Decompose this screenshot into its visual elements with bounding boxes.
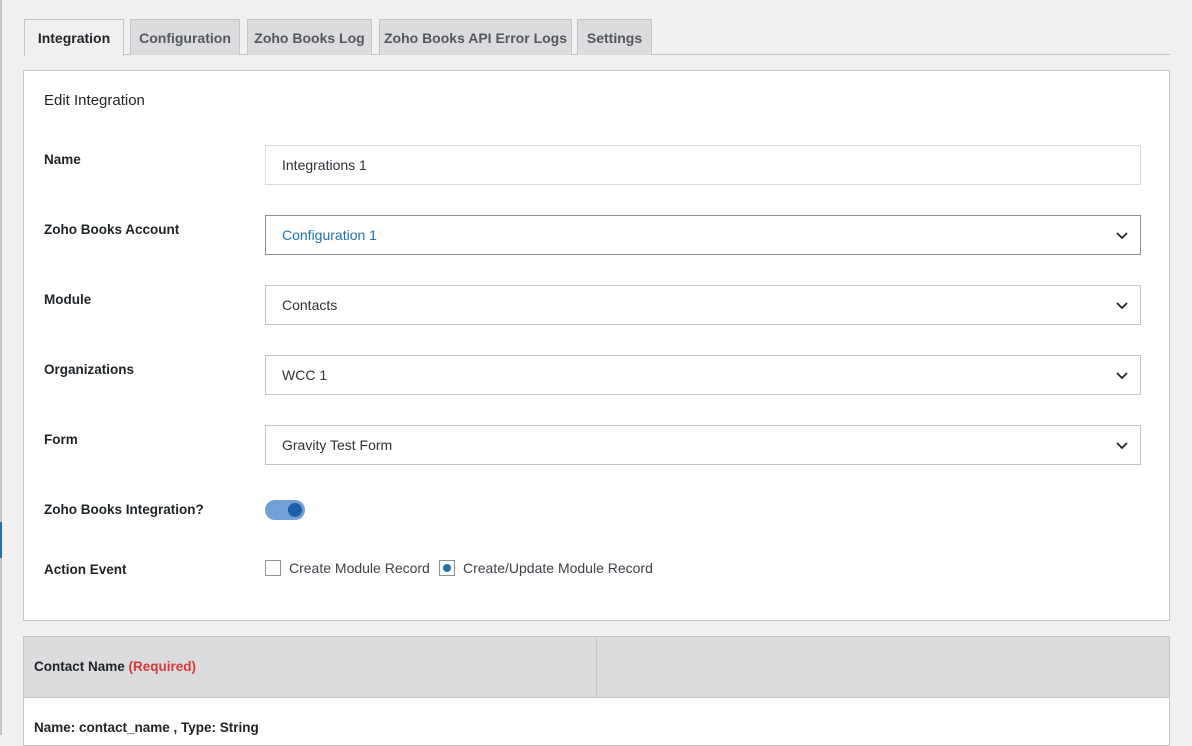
module-select-value: Contacts — [282, 297, 338, 313]
tab-zoho-books-log[interactable]: Zoho Books Log — [247, 19, 372, 55]
field-name: Contact Name — [34, 659, 125, 674]
chevron-down-icon — [1116, 442, 1128, 450]
column-divider — [596, 637, 597, 698]
admin-sidebar-indicator — [0, 522, 2, 558]
required-badge: (Required) — [128, 659, 197, 674]
account-label: Zoho Books Account — [44, 222, 180, 237]
account-select-value: Configuration 1 — [282, 227, 377, 243]
panel-title: Edit Integration — [44, 92, 145, 109]
create-record-checkbox[interactable] — [265, 560, 281, 576]
chevron-down-icon — [1116, 232, 1128, 240]
name-input[interactable]: Integrations 1 — [265, 145, 1141, 185]
tab-bar: Integration Configuration Zoho Books Log… — [24, 18, 1170, 56]
tab-settings[interactable]: Settings — [577, 19, 652, 55]
toggle-knob — [288, 503, 302, 517]
account-select[interactable]: Configuration 1 — [265, 215, 1141, 255]
tab-api-error-logs[interactable]: Zoho Books API Error Logs — [379, 19, 572, 55]
edit-integration-panel: Edit Integration Name Integrations 1 Zoh… — [23, 70, 1170, 621]
create-update-record-label: Create/Update Module Record — [463, 560, 653, 576]
action-event-label: Action Event — [44, 562, 127, 577]
chevron-down-icon — [1116, 372, 1128, 380]
form-select-value: Gravity Test Form — [282, 437, 393, 453]
create-update-record-option[interactable]: Create/Update Module Record — [439, 560, 653, 576]
field-mapping-table: Contact Name (Required) Name: contact_na… — [23, 636, 1170, 746]
table-row: Name: contact_name , Type: String — [34, 720, 259, 735]
module-select[interactable]: Contacts — [265, 285, 1141, 325]
selected-dot-icon — [443, 564, 451, 572]
create-record-option[interactable]: Create Module Record — [265, 560, 430, 576]
create-update-record-radio[interactable] — [439, 560, 455, 576]
tab-integration[interactable]: Integration — [24, 19, 124, 56]
table-header: Contact Name (Required) — [24, 637, 1169, 698]
integration-toggle[interactable] — [265, 500, 305, 520]
form-label: Form — [44, 432, 78, 447]
table-header-field: Contact Name (Required) — [34, 659, 196, 674]
name-label: Name — [44, 152, 81, 167]
form-select[interactable]: Gravity Test Form — [265, 425, 1141, 465]
create-record-label: Create Module Record — [289, 560, 430, 576]
organizations-select[interactable]: WCC 1 — [265, 355, 1141, 395]
module-label: Module — [44, 292, 92, 307]
admin-sidebar-edge — [0, 0, 2, 735]
integration-toggle-label: Zoho Books Integration? — [44, 502, 204, 517]
organizations-label: Organizations — [44, 362, 135, 377]
tab-configuration[interactable]: Configuration — [130, 19, 240, 55]
organizations-select-value: WCC 1 — [282, 367, 328, 383]
chevron-down-icon — [1116, 302, 1128, 310]
